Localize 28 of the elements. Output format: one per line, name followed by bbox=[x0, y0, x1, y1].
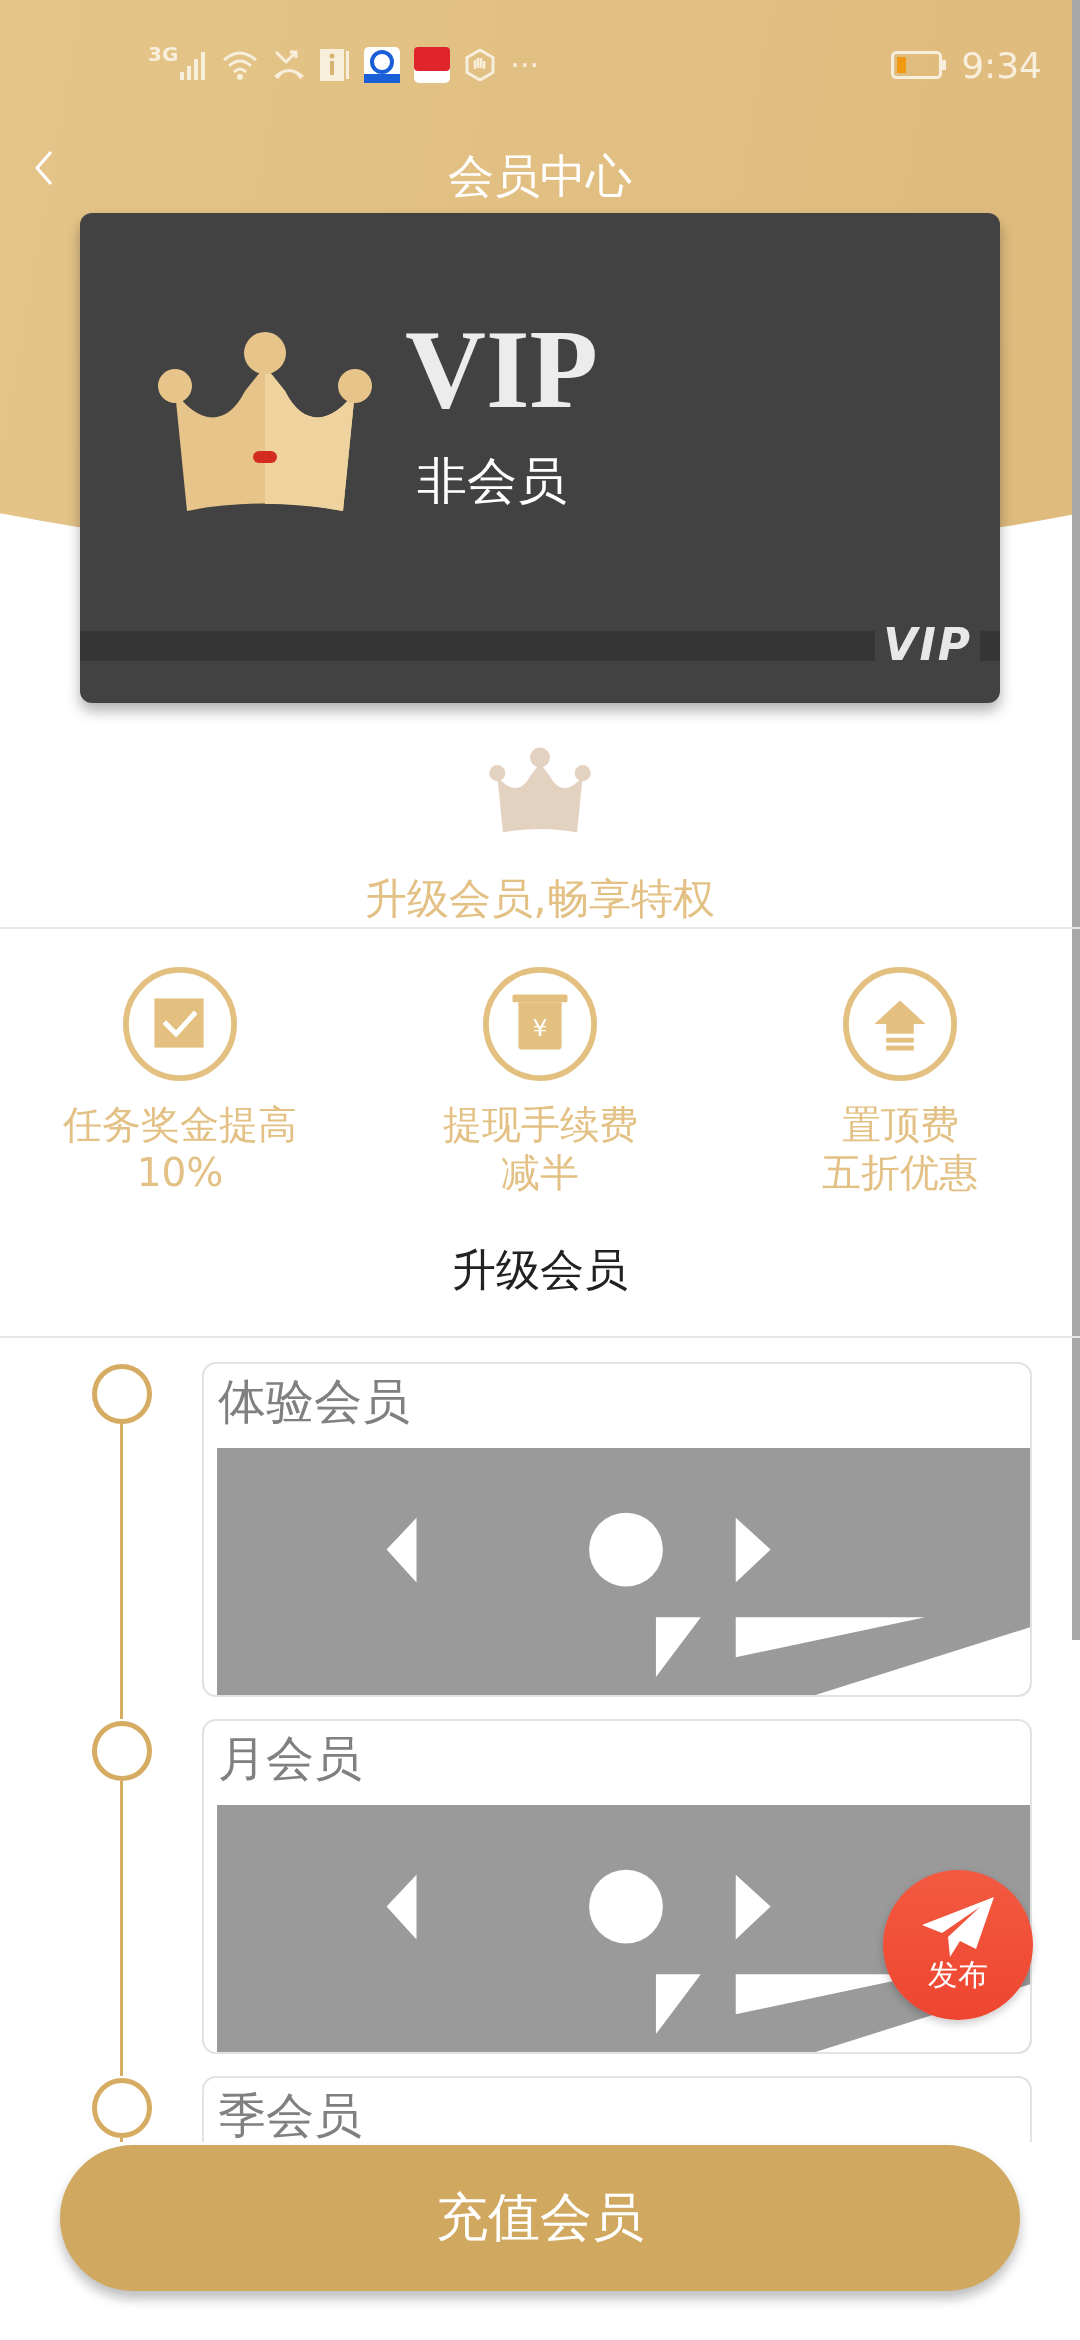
benefit-label: 提现手续费 减半 bbox=[442, 1101, 638, 1197]
book-icon bbox=[320, 49, 351, 81]
check-icon bbox=[121, 965, 239, 1083]
benefit-label: 置顶费 五折优惠 bbox=[822, 1101, 978, 1197]
battery-icon bbox=[891, 51, 948, 79]
more-notifications: ··· bbox=[510, 47, 539, 83]
app-icon bbox=[364, 47, 401, 83]
paper-plane-icon bbox=[920, 1894, 996, 1959]
clock: 9:34 bbox=[961, 44, 1042, 86]
back-icon[interactable] bbox=[34, 150, 54, 186]
promo-slogan: 升级会员,畅享特权 bbox=[365, 873, 715, 925]
timeline-dot bbox=[92, 1721, 152, 1781]
wifi-icon bbox=[222, 50, 259, 80]
vip-title: VIP bbox=[405, 306, 598, 433]
top-icon bbox=[841, 965, 959, 1083]
withdraw-icon: ¥ bbox=[481, 965, 599, 1083]
benefit-label: 任务奖金提高 10% bbox=[63, 1101, 297, 1197]
membership-status: 非会员 bbox=[417, 451, 567, 512]
plan-card[interactable]: 体验会员 bbox=[202, 1362, 1032, 1697]
page-title: 会员中心 bbox=[448, 147, 632, 205]
timeline-dot bbox=[92, 1364, 152, 1424]
app-icon bbox=[414, 47, 451, 83]
network-type: 3G bbox=[148, 42, 179, 66]
plan-name: 体验会员 bbox=[217, 1372, 411, 1431]
section-title: 升级会员 bbox=[452, 1243, 628, 1297]
plan-name: 月会员 bbox=[217, 1729, 363, 1788]
timeline-dot bbox=[92, 2078, 152, 2138]
recharge-button[interactable]: 充值会员 bbox=[60, 2145, 1020, 2291]
